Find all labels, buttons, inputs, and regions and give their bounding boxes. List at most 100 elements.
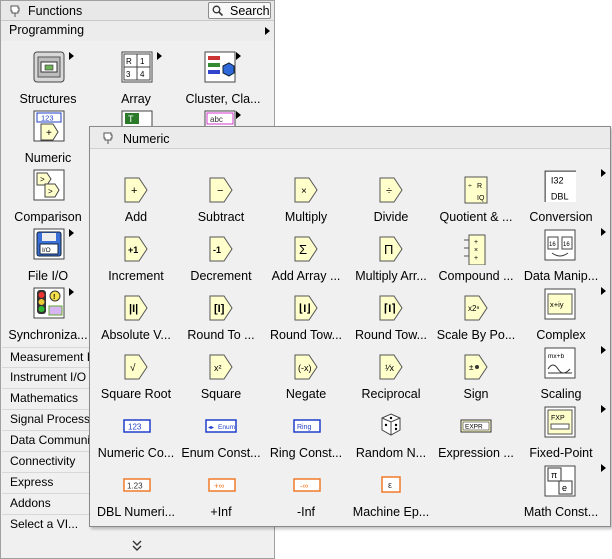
conversion-icon: I32 DBL (544, 170, 576, 202)
numeric-item[interactable]: 123 + Numeric (5, 109, 91, 167)
minus-inf-label: -Inf (296, 505, 316, 519)
absolute-value-function[interactable]: |I| Absolute V... (93, 294, 179, 352)
synchronization-icon: ! (33, 287, 65, 319)
square-function[interactable]: x² Square (178, 353, 264, 411)
svg-text:>: > (48, 187, 53, 196)
enum-constant[interactable]: ◂▸ Enum Enum Const... (178, 412, 264, 470)
synchronization-item[interactable]: ! Synchroniza... (5, 286, 91, 344)
minus-inf-constant[interactable]: -∞ -Inf (263, 471, 349, 529)
fixed-point-palette[interactable]: FXP Fixed-Point (518, 406, 604, 470)
structures-label: Structures (19, 92, 77, 106)
file-io-item[interactable]: I/O File I/O (5, 227, 91, 285)
data-manipulation-icon: 16 16 (544, 229, 576, 261)
numeric-constant[interactable]: 123 Numeric Co... (93, 412, 179, 470)
fixed-point-icon: FXP (544, 406, 576, 438)
round-to-nearest-function[interactable]: [I] Round To ... (178, 294, 264, 352)
increment-icon: +1 (124, 236, 148, 262)
array-icon: R1 34 (121, 51, 153, 83)
plus-inf-constant[interactable]: +∞ +Inf (178, 471, 264, 529)
svg-text:+: + (474, 239, 478, 246)
svg-text:1: 1 (140, 57, 145, 66)
programming-section-header[interactable]: Programming (1, 21, 274, 41)
svg-text:÷: ÷ (468, 183, 472, 190)
svg-text:±: ± (469, 363, 474, 372)
minus-inf-glyph: -∞ (300, 482, 309, 491)
functions-titlebar[interactable]: Functions Search (1, 1, 274, 21)
reciprocal-function[interactable]: ¹⁄x Reciprocal (348, 353, 434, 411)
category-label: Connectivity (10, 454, 76, 468)
decrement-function[interactable]: -1 Decrement (178, 235, 264, 293)
dbl-numeric-glyph: 1.23 (127, 482, 143, 491)
scaling-icon: mx+b (544, 347, 576, 379)
category-label: Select a VI... (10, 517, 79, 531)
cluster-item[interactable]: Cluster, Cla... (180, 41, 266, 106)
quotient-remainder-function[interactable]: ÷ R IQ Quotient & ... (433, 176, 519, 234)
multiply-function[interactable]: × Multiply (263, 176, 349, 234)
dbl-numeric-constant[interactable]: 1.23 DBL Numeri... (93, 471, 179, 529)
square-root-function[interactable]: √ Square Root (93, 353, 179, 411)
ring-constant[interactable]: Ring Ring Const... (263, 412, 349, 470)
submenu-arrow-icon (157, 52, 162, 60)
divide-function[interactable]: ÷ Divide (348, 176, 434, 234)
pin-icon[interactable] (101, 131, 115, 145)
category-label: Signal Processin (10, 412, 100, 426)
ring-constant-label: Ring Const... (269, 446, 343, 460)
array-item[interactable]: R1 34 Array (93, 41, 179, 106)
cluster-icon (204, 51, 236, 83)
pi-glyph: π (551, 470, 557, 480)
negate-function[interactable]: (-x) Negate (263, 353, 349, 411)
sigma-icon: Σ (294, 236, 318, 262)
file-io-icon: I/O (33, 228, 65, 260)
cluster-label: Cluster, Cla... (185, 92, 261, 106)
numeric-title: Numeric (123, 132, 170, 146)
svg-text:16: 16 (549, 242, 556, 248)
svg-text:×: × (301, 186, 307, 197)
pin-icon[interactable] (8, 4, 22, 18)
increment-function[interactable]: +1 Increment (93, 235, 179, 293)
reciprocal-label: Reciprocal (361, 387, 421, 401)
svg-text:T: T (128, 114, 134, 124)
sign-function[interactable]: ± Sign (433, 353, 519, 411)
random-number-function[interactable]: Random N... (348, 412, 434, 470)
programming-label: Programming (9, 23, 85, 37)
scale-power-icon: x2ⁿ (464, 295, 488, 321)
svg-text:+: + (46, 128, 52, 139)
multiply-icon: × (294, 177, 318, 203)
scale-by-power-of-2-function[interactable]: x2ⁿ Scale By Po... (433, 294, 519, 352)
complex-palette[interactable]: x+iy Complex (518, 288, 604, 352)
multiply-array-elements-function[interactable]: Π Multiply Arr... (348, 235, 434, 293)
data-manipulation-palette[interactable]: 16 16 Data Manip... (518, 229, 604, 293)
subtract-function[interactable]: − Subtract (178, 176, 264, 234)
svg-text:R: R (477, 183, 482, 190)
compound-arithmetic-function[interactable]: + × + Compound ... (433, 234, 519, 293)
scaling-palette[interactable]: mx+b Scaling (518, 347, 604, 411)
subtract-icon: − (209, 177, 233, 203)
quotient-remainder-label: Quotient & ... (439, 210, 513, 224)
round-nearest-icon: [I] (209, 295, 233, 321)
multiply-array-elements-label: Multiply Arr... (355, 269, 427, 283)
numeric-titlebar[interactable]: Numeric (90, 127, 610, 149)
machine-epsilon-constant[interactable]: ε Machine Ep... (348, 471, 434, 529)
conversion-label: Conversion (529, 210, 593, 224)
square-label: Square (200, 387, 242, 401)
numeric-palette: Numeric + Add − Subtract × Multiply ÷ Di… (89, 126, 611, 527)
svg-text:16: 16 (563, 242, 570, 248)
compound-arithmetic-label: Compound ... (438, 269, 514, 283)
svg-text:¹⁄x: ¹⁄x (385, 363, 395, 373)
fixed-point-label: Fixed-Point (529, 446, 593, 460)
comparison-item[interactable]: > > Comparison (5, 168, 91, 226)
enum-constant-label: Enum Const... (181, 446, 261, 460)
round-toward-neg-inf-function[interactable]: ⌊I⌋ Round Tow... (263, 294, 349, 352)
round-toward-pos-inf-function[interactable]: ⌈I⌉ Round Tow... (348, 294, 434, 352)
structures-item[interactable]: Structures (5, 41, 91, 106)
conversion-palette[interactable]: I32 DBL Conversion (518, 170, 604, 234)
chevron-down-icon[interactable] (129, 539, 145, 553)
math-constants-palette[interactable]: πe Math Const... (518, 465, 604, 529)
add-function[interactable]: + Add (93, 176, 179, 234)
search-button[interactable]: Search (208, 2, 271, 19)
absolute-value-label: Absolute V... (101, 328, 171, 342)
ring-glyph: Ring (297, 424, 312, 431)
expression-node[interactable]: EXPR Expression ... (433, 412, 519, 470)
add-label: Add (124, 210, 148, 224)
add-array-elements-function[interactable]: Σ Add Array ... (263, 235, 349, 293)
